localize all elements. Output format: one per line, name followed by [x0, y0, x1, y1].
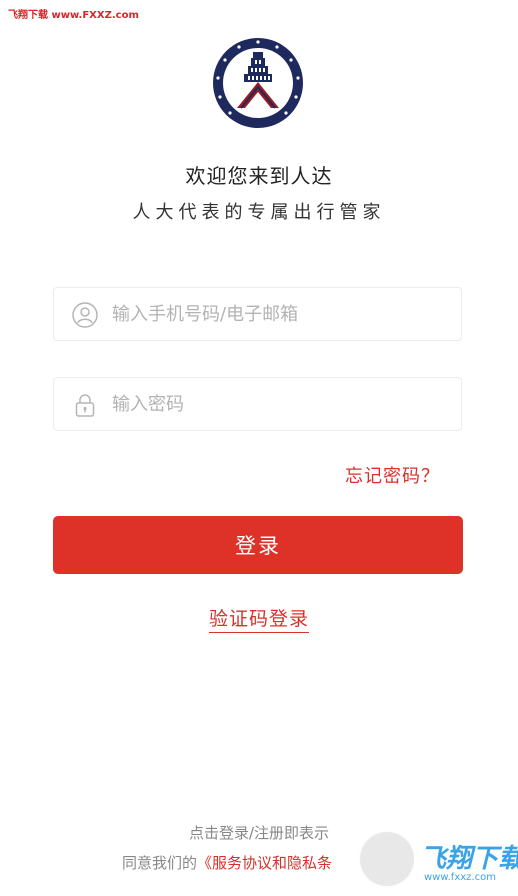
terms-link[interactable]: 《服务协议和隐私条 [197, 854, 332, 872]
user-icon [72, 302, 98, 328]
phone-email-input[interactable] [112, 288, 442, 340]
watermark-badge: 飞翔下载 www.fxxz.com [352, 826, 518, 890]
lock-icon [75, 394, 95, 417]
code-login-container: 验证码登录 [0, 604, 518, 633]
agreement-line: 同意我们的《服务协议和隐私条 [122, 852, 332, 873]
forgot-password-link[interactable]: 忘记密码？ [345, 462, 440, 488]
watermark-top-text: 飞翔下载 www.FXXZ.com [8, 10, 139, 21]
phone-email-field[interactable] [53, 287, 462, 341]
code-login-link[interactable]: 验证码登录 [208, 608, 309, 633]
login-button[interactable]: 登录 [53, 516, 463, 574]
watermark-title: 飞翔下载 [420, 844, 518, 874]
watermark-logo-icon [358, 830, 416, 888]
welcome-title: 欢迎您来到人达 [185, 164, 333, 188]
password-input[interactable] [112, 378, 442, 430]
app-logo [213, 38, 303, 128]
watermark-url: www.fxxz.com [424, 872, 496, 883]
password-field[interactable] [53, 377, 462, 431]
welcome-subtitle: 人大代表的专属出行管家 [132, 202, 386, 223]
agreement-prefix: 同意我们的 [122, 854, 198, 872]
